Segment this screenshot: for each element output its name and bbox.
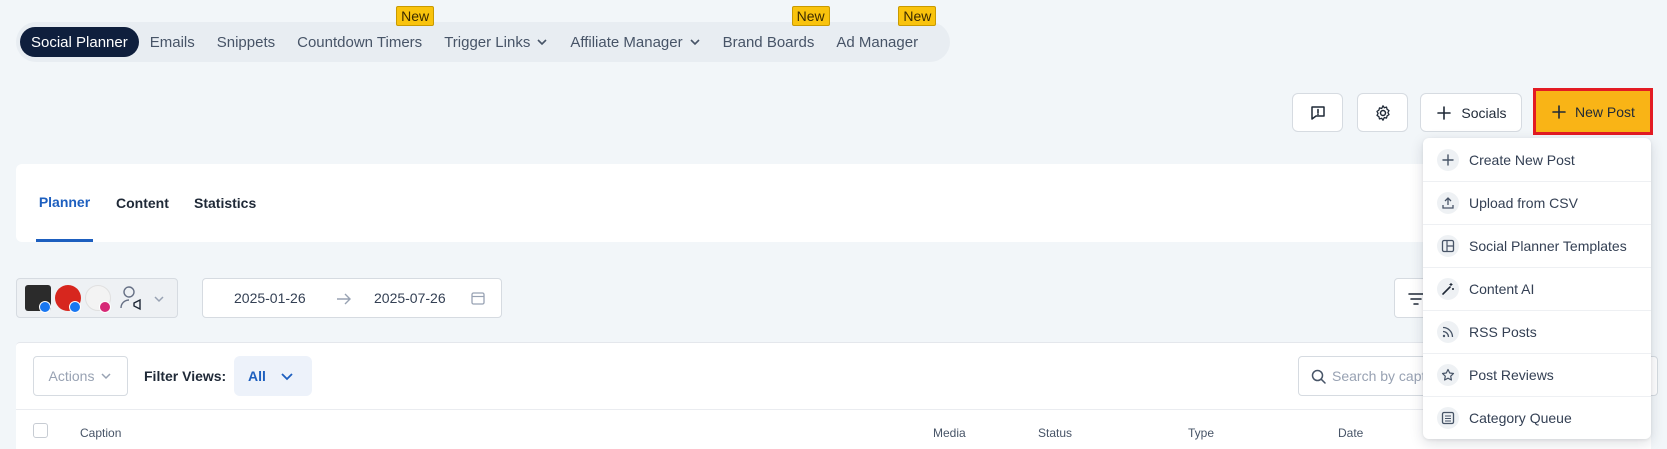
nav-brand-boards[interactable]: New Brand Boards [712,6,830,57]
nav-social-planner[interactable]: Social Planner [20,27,139,57]
settings-button[interactable] [1357,93,1408,132]
user-megaphone-icon [120,286,141,311]
nav-snippets[interactable]: Snippets [206,27,286,57]
upload-icon [1437,192,1459,214]
table-header: Caption Media Status Type Date [16,409,1651,449]
filter-views-label: Filter Views: [144,368,227,384]
nav-affiliate-manager[interactable]: Affiliate Manager [559,27,711,57]
nav-countdown-timers[interactable]: New Countdown Timers [286,6,435,57]
chevron-down-icon [537,39,547,46]
star-icon [1437,364,1459,386]
new-badge: New [791,6,830,26]
gear-icon [1375,104,1390,121]
tab-content[interactable]: Content [116,164,169,242]
menu-item-create-new-post[interactable]: Create New Post [1423,138,1651,181]
plus-icon [1552,104,1566,119]
socials-button[interactable]: Socials [1420,93,1522,132]
magic-wand-icon [1437,278,1459,300]
new-badge: New [898,6,937,26]
facebook-icon [69,301,81,313]
actions-dropdown[interactable]: Actions [33,356,128,396]
calendar-icon [471,292,485,305]
plus-icon [1437,105,1452,120]
account-selector[interactable] [16,278,178,318]
end-date: 2025-07-26 [374,290,446,306]
column-caption: Caption [80,426,122,440]
menu-item-post-reviews[interactable]: Post Reviews [1423,353,1651,396]
feedback-button[interactable] [1292,93,1343,132]
menu-item-rss-posts[interactable]: RSS Posts [1423,310,1651,353]
tab-planner[interactable]: Planner [36,164,93,242]
date-range-picker[interactable]: 2025-01-26 2025-07-26 [202,278,502,318]
new-post-button[interactable]: New Post [1533,88,1653,135]
message-alert-icon [1310,105,1325,120]
plus-icon [1437,148,1459,171]
nav-emails[interactable]: Emails [139,27,206,57]
column-type: Type [1188,426,1215,440]
column-date: Date [1338,426,1364,440]
select-all-checkbox[interactable] [33,423,48,438]
top-nav: Social Planner Emails Snippets New Count… [16,6,950,62]
tab-statistics[interactable]: Statistics [194,164,256,242]
start-date: 2025-01-26 [234,290,306,306]
tabs-card: Planner Content Statistics [16,164,1651,242]
filter-lines-icon [1408,293,1424,305]
instagram-icon [99,301,111,313]
new-post-menu: Create New Post Upload from CSV Social P… [1423,138,1651,439]
menu-item-upload-from-csv[interactable]: Upload from CSV [1423,181,1651,224]
nav-ad-manager[interactable]: New Ad Manager [825,6,937,57]
filter-views-select[interactable]: All [234,356,312,396]
column-status: Status [1038,426,1073,440]
menu-item-category-queue[interactable]: Category Queue [1423,396,1651,439]
arrow-right-icon [337,293,351,305]
template-icon [1437,235,1459,257]
rss-icon [1437,321,1459,343]
menu-item-content-ai[interactable]: Content AI [1423,267,1651,310]
new-badge: New [396,6,435,26]
chevron-down-icon [281,373,293,381]
column-media: Media [933,426,966,440]
chevron-down-icon [154,296,164,303]
list-icon [1437,407,1459,429]
search-icon [1311,369,1326,384]
posts-table: Actions Filter Views: All Caption Media … [16,342,1658,449]
chevron-down-icon [690,39,700,46]
menu-item-social-planner-templates[interactable]: Social Planner Templates [1423,224,1651,267]
chevron-down-icon [101,373,111,380]
nav-trigger-links[interactable]: Trigger Links [433,27,559,57]
facebook-icon [39,301,51,313]
